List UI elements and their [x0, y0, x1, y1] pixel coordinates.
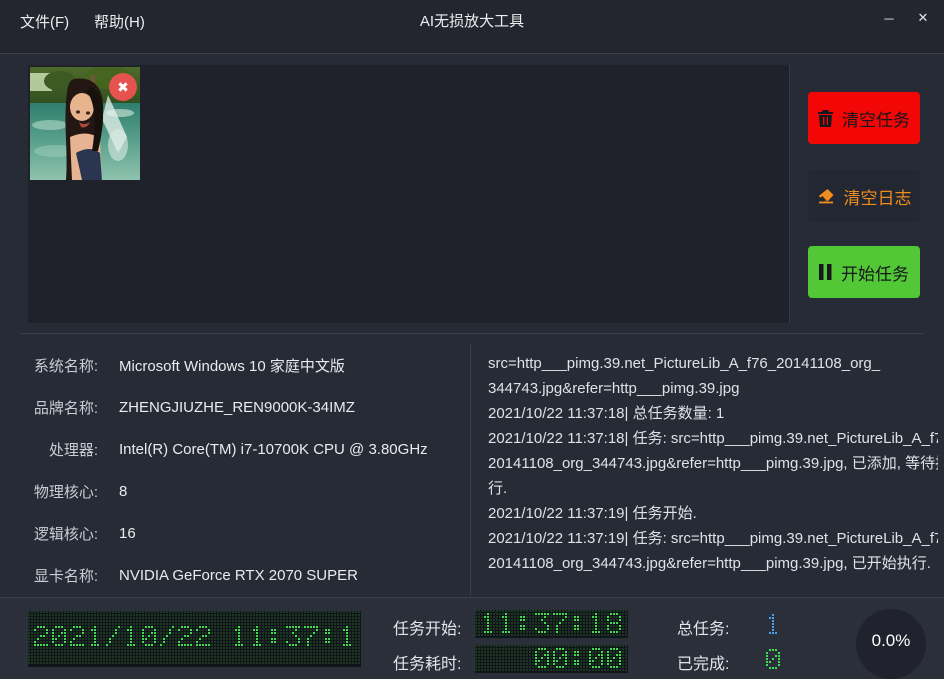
clear-logs-label: 清空日志 — [844, 184, 912, 209]
system-info-row: 逻辑核心: 16 — [20, 512, 460, 554]
start-tasks-label: 开始任务 — [841, 260, 909, 285]
sys-label: 系统名称: — [20, 355, 98, 376]
sys-value: Microsoft Windows 10 家庭中文版 — [119, 355, 345, 376]
log-line: 2021/10/22 11:37:19| 任务: src=http___pimg… — [488, 526, 938, 551]
log-line: 2021/10/22 11:37:19| 任务开始. — [488, 501, 938, 526]
task-elapsed-label: 任务耗时: — [393, 650, 461, 674]
sys-label: 处理器: — [20, 439, 98, 460]
start-tasks-button[interactable]: 开始任务 — [808, 246, 920, 298]
vertical-divider — [470, 344, 471, 596]
log-line: 2021/10/22 11:37:18| 总任务数量: 1 — [488, 401, 938, 426]
remove-task-button[interactable]: ✖ — [109, 73, 137, 101]
task-elapsed-led-display — [475, 645, 628, 673]
total-tasks-led-value — [766, 614, 781, 635]
progress-indicator: 0.0% — [856, 609, 926, 679]
minimize-button[interactable]: ─ — [874, 6, 904, 30]
sys-label: 品牌名称: — [20, 397, 98, 418]
window-title: AI无损放大工具 — [0, 10, 944, 31]
sys-label: 显卡名称: — [20, 565, 98, 586]
status-bar: 任务开始: 任务耗时: 总任务: 已完成: 0.0% — [0, 597, 944, 679]
trash-icon — [818, 110, 833, 127]
system-info-row: 物理核心: 8 — [20, 470, 460, 512]
clear-tasks-label: 清空任务 — [842, 106, 910, 131]
sys-label: 逻辑核心: — [20, 523, 98, 544]
section-divider — [20, 333, 924, 334]
completed-tasks-led-value — [766, 649, 781, 670]
app-window: 文件(F) 帮助(H) AI无损放大工具 ─ ✕ — [0, 0, 944, 679]
log-line: 20141108_org_344743.jpg&refer=http___pim… — [488, 451, 938, 476]
eraser-icon — [817, 188, 835, 204]
log-line: src=http___pimg.39.net_PictureLib_A_f76_… — [488, 351, 938, 376]
total-tasks-label: 总任务: — [677, 615, 729, 639]
sys-value: 8 — [119, 483, 127, 500]
sys-value: NVIDIA GeForce RTX 2070 SUPER — [119, 567, 358, 584]
system-info-row: 显卡名称: NVIDIA GeForce RTX 2070 SUPER — [20, 554, 460, 596]
sys-value: Intel(R) Core(TM) i7-10700K CPU @ 3.80GH… — [119, 441, 428, 458]
sys-value: ZHENGJIUZHE_REN9000K-34IMZ — [119, 399, 355, 416]
task-start-led-display — [475, 610, 628, 638]
task-start-label: 任务开始: — [393, 615, 461, 639]
title-bar: 文件(F) 帮助(H) AI无损放大工具 ─ ✕ — [0, 0, 944, 54]
system-info-row: 品牌名称: ZHENGJIUZHE_REN9000K-34IMZ — [20, 386, 460, 428]
pause-icon — [819, 264, 832, 280]
log-line: 344743.jpg&refer=http___pimg.39.jpg — [488, 376, 938, 401]
task-list-panel[interactable]: ✖ — [28, 65, 790, 323]
sys-value: 16 — [119, 525, 136, 542]
log-line: 行. — [488, 476, 938, 501]
close-button[interactable]: ✕ — [908, 6, 938, 30]
task-thumbnail[interactable]: ✖ — [30, 67, 140, 180]
log-line: 2021/10/22 11:37:18| 任务: src=http___pimg… — [488, 426, 938, 451]
system-info-row: 系统名称: Microsoft Windows 10 家庭中文版 — [20, 344, 460, 386]
clock-led-display — [28, 611, 361, 667]
clear-logs-button[interactable]: 清空日志 — [808, 170, 920, 222]
completed-tasks-label: 已完成: — [677, 650, 729, 674]
log-panel[interactable]: src=http___pimg.39.net_PictureLib_A_f76_… — [488, 351, 938, 591]
system-info-row: 处理器: Intel(R) Core(TM) i7-10700K CPU @ 3… — [20, 428, 460, 470]
sys-label: 物理核心: — [20, 481, 98, 502]
system-info-panel: 系统名称: Microsoft Windows 10 家庭中文版 品牌名称: Z… — [20, 344, 460, 596]
clear-tasks-button[interactable]: 清空任务 — [808, 92, 920, 144]
progress-percent: 0.0% — [872, 631, 911, 651]
log-line: 20141108_org_344743.jpg&refer=http___pim… — [488, 551, 938, 576]
